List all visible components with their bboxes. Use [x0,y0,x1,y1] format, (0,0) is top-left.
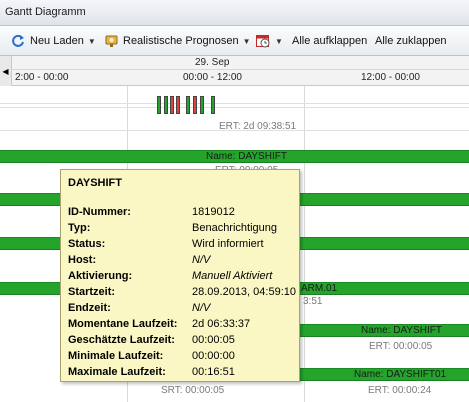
ert-label: ERT: 00:00:05 [369,341,433,352]
tooltip-value: 00:00:05 [192,334,235,346]
tooltip-key: Maximale Laufzeit: [68,366,166,378]
calendar-clock-button[interactable]: ▼ [255,32,283,50]
collapse-all-button[interactable]: Alle zuklappen [375,32,447,50]
row-divider [0,103,469,104]
calendar-dropdown-icon[interactable]: ▼ [275,37,283,46]
ert-label: ERT: 2d 09:38:51 [219,121,297,132]
scroll-left-icon[interactable]: ◀ [0,56,12,86]
tooltip-value: 1819012 [192,206,235,218]
reload-label: Neu Laden [30,35,84,47]
tooltip-value: Benachrichtigung [192,222,278,234]
tooltip-value: 00:00:00 [192,350,235,362]
tooltip-key: Momentane Laufzeit: [68,318,178,330]
forecast-dropdown-icon[interactable]: ▼ [243,37,251,46]
bar-label: Name: DAYSHIFT [206,151,287,162]
task-marker[interactable] [200,96,204,114]
row-divider [0,107,469,108]
tooltip-key: ID-Nummer: [68,206,131,218]
time-slot-1: 2:00 - 00:00 [15,72,69,83]
ert-label: 3:51 [303,296,323,307]
tooltip-value: N/V [192,254,211,266]
bar-label: Name: DAYSHIFT01 [354,369,447,380]
header-divider [12,69,469,70]
forecast-button[interactable]: Realistische Prognosen ▼ [104,32,251,50]
tooltip-key: Aktivierung: [68,270,133,282]
task-marker[interactable] [186,96,190,114]
forecast-icon [104,33,120,49]
tooltip-value: 28.09.2013, 04:59:10 [192,286,296,298]
calendar-clock-icon [255,33,271,49]
task-marker[interactable] [157,96,161,114]
tooltip-value: N/V [192,302,211,314]
tooltip-key: Host: [68,254,97,266]
tooltip-value: 2d 06:33:37 [192,318,251,330]
time-slot-3: 12:00 - 00:00 [361,72,420,83]
ert-label: ERT: 00:00:24 [368,385,432,396]
tooltip-key: Status: [68,238,106,250]
forecast-label: Realistische Prognosen [123,35,239,47]
srt-label: SRT: 00:00:05 [161,385,225,396]
time-slot-2: 00:00 - 12:00 [183,72,242,83]
bar-label: ARM.01 [301,283,338,294]
window-title: Gantt Diagramm [0,0,469,26]
tooltip-value: Manuell Aktiviert [192,270,273,282]
tooltip-key: Geschätzte Laufzeit: [68,334,175,346]
task-marker[interactable] [211,96,215,114]
tooltip-key: Endzeit: [68,302,111,314]
toolbar: Neu Laden ▼ Realistische Prognosen ▼ ▼ A… [0,26,469,56]
reload-icon [10,33,26,49]
task-marker[interactable] [193,96,197,114]
expand-all-button[interactable]: Alle aufklappen [292,32,367,50]
task-marker[interactable] [176,96,180,114]
reload-dropdown-icon[interactable]: ▼ [88,37,96,46]
bar-label: Name: DAYSHIFT [361,325,442,336]
reload-button[interactable]: Neu Laden ▼ [10,32,96,50]
task-marker[interactable] [164,96,168,114]
tooltip-key: Minimale Laufzeit: [68,350,164,362]
tooltip-key: Typ: [68,222,91,234]
task-tooltip: DAYSHIFT ID-Nummer: 1819012 Typ: Benachr… [60,169,300,382]
tooltip-value: Wird informiert [192,238,264,250]
task-marker[interactable] [170,96,174,114]
timeline-date: 29. Sep [195,57,230,68]
tooltip-title: DAYSHIFT [68,177,122,189]
tooltip-key: Startzeit: [68,286,116,298]
tooltip-value: 00:16:51 [192,366,235,378]
